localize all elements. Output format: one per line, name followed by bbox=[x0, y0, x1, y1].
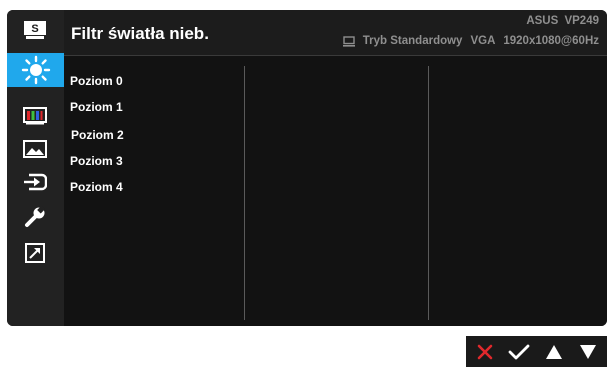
status-line: Tryb Standardowy VGA 1920x1080@60Hz bbox=[342, 35, 599, 47]
option-level-2[interactable]: Poziom 2 bbox=[71, 128, 124, 142]
sidebar-item-splendid[interactable]: S bbox=[21, 19, 49, 41]
resolution-text: 1920x1080@60Hz bbox=[503, 35, 599, 47]
close-icon bbox=[477, 344, 493, 359]
sidebar-item-shortcut[interactable] bbox=[21, 242, 49, 264]
osd-header: Filtr światła nieb. ASUS VP249 Tryb Stan… bbox=[64, 10, 607, 56]
sidebar: S bbox=[7, 10, 64, 326]
monitor-icon bbox=[342, 35, 355, 47]
input-text: VGA bbox=[470, 35, 496, 47]
svg-text:S: S bbox=[31, 23, 38, 35]
navigation-keys bbox=[466, 336, 607, 367]
option-level-4[interactable]: Poziom 4 bbox=[70, 180, 123, 194]
blue-light-filter-icon bbox=[21, 55, 50, 85]
model-name: ASUS VP249 bbox=[526, 15, 599, 27]
up-arrow-icon bbox=[545, 344, 562, 359]
splendid-icon: S bbox=[24, 21, 46, 39]
input-select-icon bbox=[24, 173, 47, 191]
option-level-1[interactable]: Poziom 1 bbox=[70, 100, 123, 114]
sidebar-item-input[interactable] bbox=[21, 171, 49, 193]
color-icon bbox=[23, 107, 47, 125]
column-divider bbox=[244, 66, 245, 320]
shortcut-icon bbox=[25, 243, 45, 263]
option-level-3[interactable]: Poziom 3 bbox=[70, 154, 123, 168]
down-button[interactable] bbox=[573, 339, 603, 365]
up-button[interactable] bbox=[539, 339, 569, 365]
sidebar-item-image[interactable] bbox=[21, 138, 49, 160]
down-arrow-icon bbox=[579, 344, 596, 359]
sidebar-item-system[interactable] bbox=[21, 206, 49, 228]
mode-text: Tryb Standardowy bbox=[362, 35, 463, 47]
osd-content: Poziom 0 Poziom 1 Poziom 2 Poziom 3 Pozi… bbox=[64, 56, 607, 326]
image-icon bbox=[23, 140, 47, 158]
close-button[interactable] bbox=[470, 339, 500, 365]
column-divider bbox=[428, 66, 429, 320]
check-icon bbox=[508, 344, 530, 359]
confirm-button[interactable] bbox=[504, 339, 534, 365]
osd-menu: S Filtr światła nieb. ASUS VP249 Tryb St… bbox=[7, 10, 607, 326]
page-title: Filtr światła nieb. bbox=[71, 24, 209, 43]
option-level-0[interactable]: Poziom 0 bbox=[70, 74, 123, 88]
system-setup-icon bbox=[25, 206, 45, 227]
sidebar-item-color[interactable] bbox=[21, 105, 49, 127]
sidebar-item-blue-light[interactable] bbox=[7, 53, 64, 87]
